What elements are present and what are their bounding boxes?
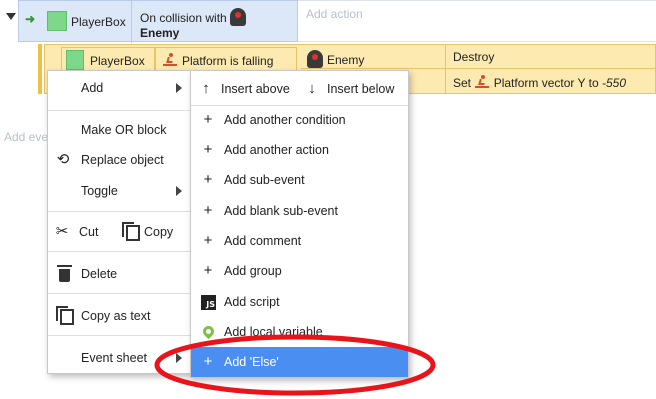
- javascript-icon: JS: [201, 295, 216, 310]
- plus-icon: +: [203, 141, 213, 158]
- plus-icon: +: [203, 262, 213, 279]
- condition-line-2: Enemy: [140, 26, 180, 40]
- menu-item-label: Make OR block: [81, 123, 167, 137]
- menu-item-label: Add another condition: [224, 113, 346, 127]
- menu-item-delete[interactable]: Delete: [48, 260, 192, 288]
- event-row[interactable]: ➜ PlayerBox On collision with Enemy Add …: [18, 0, 656, 43]
- menu-item-label: Cut: [79, 225, 99, 239]
- menu-divider: [48, 293, 192, 294]
- copy-icon: [122, 222, 140, 241]
- menu-item-add-comment[interactable]: + Add comment: [191, 227, 408, 255]
- platform-behavior-icon: [162, 52, 178, 68]
- menu-item-add-sub-event[interactable]: + Add sub-event: [191, 166, 408, 194]
- arrow-down-icon: ↓: [308, 80, 316, 97]
- menu-item-insert-above[interactable]: ↑ Insert above: [191, 75, 297, 103]
- event-actions[interactable]: Add action: [298, 0, 656, 42]
- context-menu: Add Make OR block ⟲ Replace object Toggl…: [47, 70, 193, 374]
- action-text: Destroy: [453, 50, 495, 64]
- cell-divider: [445, 69, 446, 93]
- enemy-object-icon: [229, 8, 246, 26]
- cell-divider: [131, 1, 132, 43]
- trash-icon: [57, 265, 72, 282]
- copy-icon: [56, 306, 74, 325]
- menu-item-label: Add another action: [224, 143, 329, 157]
- menu-item-label: Add script: [224, 295, 280, 309]
- arrow-up-icon: ↑: [202, 80, 210, 97]
- submenu-arrow-icon: [176, 83, 182, 93]
- condition-line-1: On collision with: [140, 11, 227, 25]
- menu-item-label: Add: [81, 81, 104, 95]
- menu-item-label: Toggle: [81, 184, 118, 198]
- menu-item-add-group[interactable]: + Add group: [191, 257, 408, 285]
- menu-item-label: Add comment: [224, 234, 302, 248]
- action-prefix: Set: [453, 76, 472, 90]
- menu-item-copy[interactable]: Copy: [118, 218, 194, 246]
- add-event-link[interactable]: Add eve: [4, 130, 48, 144]
- add-action-link[interactable]: Add action: [306, 7, 363, 21]
- action-main: Platform vector Y to: [493, 76, 599, 90]
- submenu-arrow-icon: [176, 186, 182, 196]
- trigger-arrow-icon: ➜: [25, 12, 36, 26]
- menu-divider: [48, 251, 192, 252]
- variable-pin-icon: [200, 323, 217, 340]
- menu-item-insert-below[interactable]: ↓ Insert below: [301, 75, 409, 103]
- menu-item-label: Replace object: [81, 153, 164, 167]
- plus-icon: +: [203, 232, 213, 249]
- event-conditions[interactable]: ➜ PlayerBox On collision with Enemy: [18, 0, 298, 43]
- menu-item-add-local-variable[interactable]: Add local variable: [191, 318, 408, 346]
- menu-item-label: Event sheet: [81, 351, 148, 365]
- event-condition[interactable]: On collision with Enemy: [140, 8, 246, 41]
- menu-item-add-else[interactable]: + Add 'Else': [191, 347, 408, 377]
- menu-item-add-script[interactable]: JS Add script: [191, 288, 408, 316]
- menu-item-label: Insert below: [327, 82, 395, 96]
- menu-item-event-sheet[interactable]: Event sheet: [48, 344, 192, 372]
- menu-item-label: Add local variable: [224, 325, 323, 339]
- menu-divider: [48, 335, 192, 336]
- action-row[interactable]: Enemy Destroy: [301, 45, 655, 69]
- plus-icon: +: [203, 202, 213, 219]
- plus-icon: +: [203, 111, 213, 128]
- scissors-icon: ✂: [55, 223, 69, 240]
- menu-item-add[interactable]: Add: [48, 74, 192, 102]
- menu-item-make-or-block[interactable]: Make OR block: [48, 116, 192, 144]
- menu-divider: [48, 110, 192, 111]
- menu-item-label: Add sub-event: [224, 173, 305, 187]
- platform-behavior-icon: [474, 74, 490, 90]
- sub-event-indent-bar: [38, 44, 42, 94]
- event-sheet-editor: ➜ PlayerBox On collision with Enemy Add …: [0, 0, 656, 399]
- submenu-arrow-icon: [176, 353, 182, 363]
- add-submenu: ↑ Insert above ↓ Insert below + Add anot…: [190, 70, 409, 378]
- collapse-toggle-icon[interactable]: [6, 13, 16, 20]
- menu-item-label: Add group: [224, 264, 282, 278]
- menu-divider: [48, 211, 192, 212]
- menu-item-label: Copy: [144, 225, 174, 239]
- menu-item-label: Copy as text: [81, 309, 151, 323]
- sprite-object-icon: [66, 50, 84, 70]
- action-text: Set Platform vector Y to -550: [453, 74, 626, 90]
- menu-item-label: Insert above: [221, 82, 290, 96]
- event-object-name: PlayerBox: [71, 15, 126, 29]
- enemy-object-icon: [307, 50, 323, 68]
- action-value: -550: [601, 76, 627, 90]
- sub-event-object-name: PlayerBox: [90, 54, 145, 68]
- sub-event-condition: Platform is falling: [182, 54, 274, 68]
- replace-icon: ⟲: [56, 151, 70, 168]
- menu-item-label: Delete: [81, 267, 118, 281]
- menu-item-label: Add blank sub-event: [224, 204, 338, 218]
- plus-icon: +: [203, 353, 213, 370]
- menu-item-label: Add 'Else': [224, 355, 279, 369]
- menu-item-toggle[interactable]: Toggle: [48, 177, 192, 205]
- action-object: Enemy: [307, 50, 364, 68]
- menu-item-add-action[interactable]: + Add another action: [191, 136, 408, 164]
- menu-item-add-blank-sub-event[interactable]: + Add blank sub-event: [191, 197, 408, 225]
- action-object-name: Enemy: [327, 53, 365, 67]
- cell-divider: [445, 45, 446, 69]
- menu-item-add-condition[interactable]: + Add another condition: [191, 106, 408, 134]
- sprite-object-icon: [47, 11, 67, 31]
- menu-item-replace-object[interactable]: ⟲ Replace object: [48, 146, 192, 174]
- plus-icon: +: [203, 171, 213, 188]
- menu-item-copy-as-text[interactable]: Copy as text: [48, 302, 192, 330]
